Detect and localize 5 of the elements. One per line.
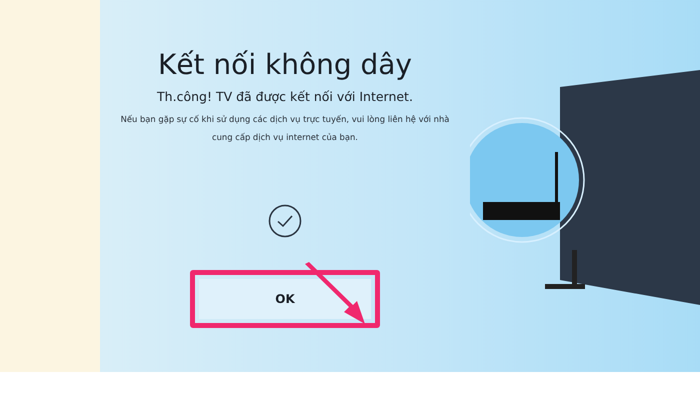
screen-title: Kết nối không dây [158, 48, 412, 81]
status-message: Th.công! TV đã được kết nối với Internet. [157, 89, 413, 104]
check-icon [268, 204, 302, 238]
help-message: Nếu bạn gặp sự cố khi sử dụng các dịch vụ trực tuyến, vui lòng liên hệ với nhà cung cấp dịch vụ internet của bạn. [120, 113, 450, 144]
ok-button[interactable]: OK [199, 279, 371, 319]
